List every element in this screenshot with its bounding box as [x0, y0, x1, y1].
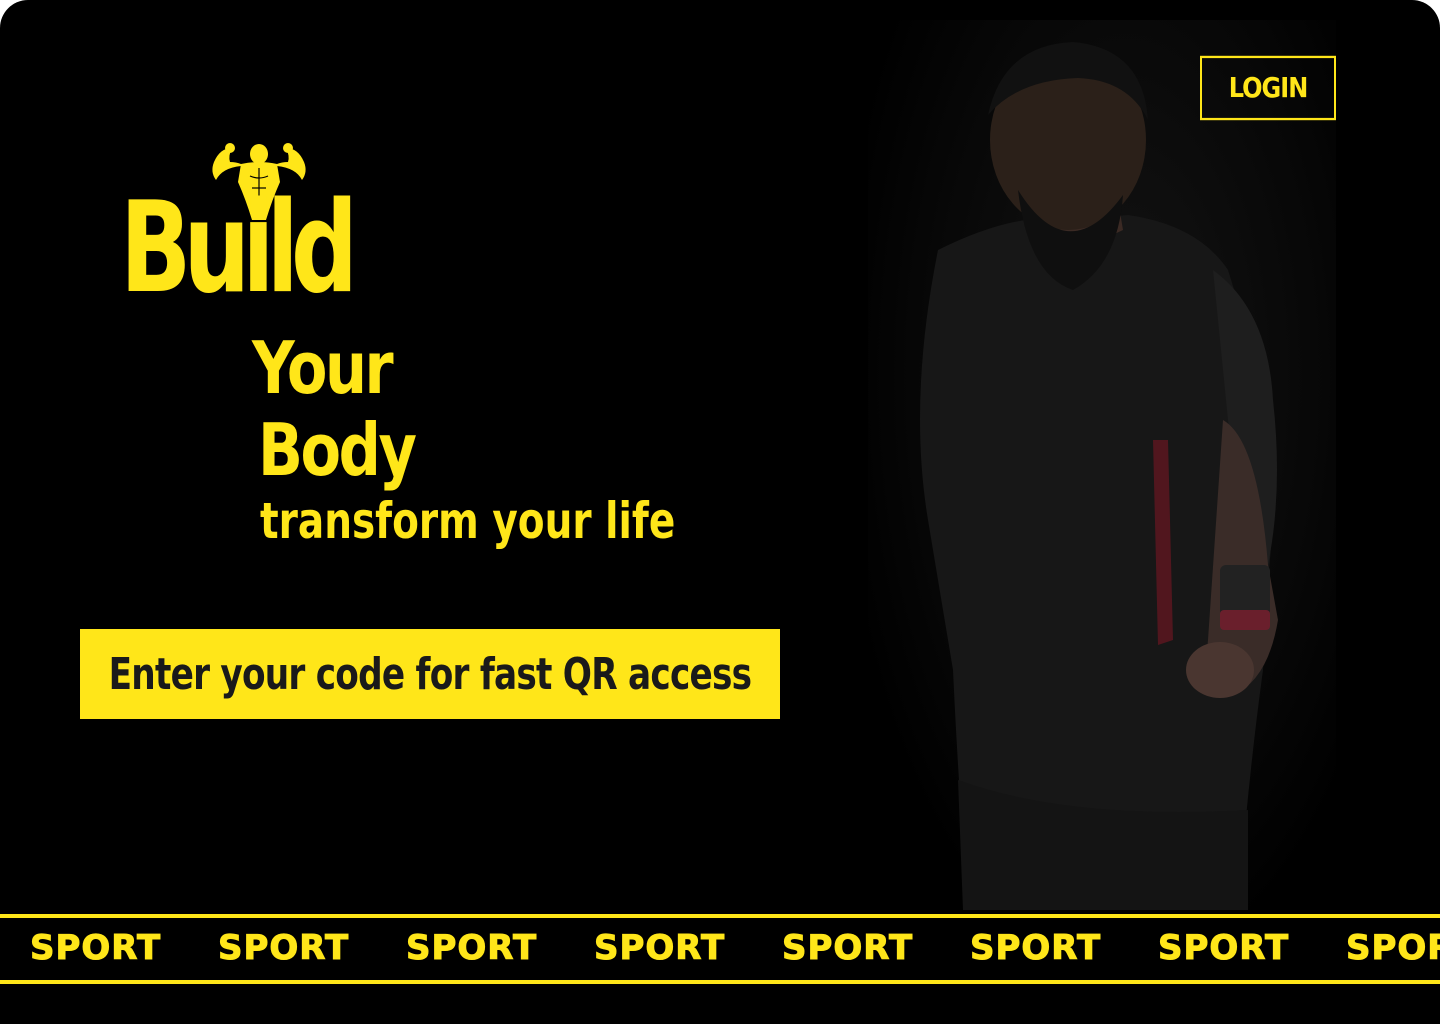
sport-word: SPORT — [1158, 928, 1290, 969]
sport-word: SPORT — [782, 928, 914, 969]
headline-your: Your — [252, 326, 394, 410]
sport-marquee: SPORT SPORT SPORT SPORT SPORT SPORT SPOR… — [0, 914, 1440, 984]
sport-track: SPORT SPORT SPORT SPORT SPORT SPORT SPOR… — [30, 928, 1440, 969]
sport-word: SPORT — [218, 928, 350, 969]
headline-body: Body — [258, 408, 417, 492]
sport-word: SPORT — [1346, 928, 1440, 969]
sport-word: SPORT — [406, 928, 538, 969]
qr-access-button-label: Enter your code for fast QR access — [108, 648, 752, 700]
sport-word: SPORT — [30, 928, 162, 969]
login-button[interactable]: LOGIN — [1200, 55, 1336, 121]
qr-access-button[interactable]: Enter your code for fast QR access — [80, 629, 780, 719]
athlete-photo — [868, 20, 1336, 910]
tagline: transform your life — [260, 492, 676, 550]
sport-word: SPORT — [970, 928, 1102, 969]
sport-word: SPORT — [594, 928, 726, 969]
landing-page: LOGIN Build Your Body transform your lif… — [0, 0, 1440, 1024]
headline-build: Build — [120, 175, 358, 322]
